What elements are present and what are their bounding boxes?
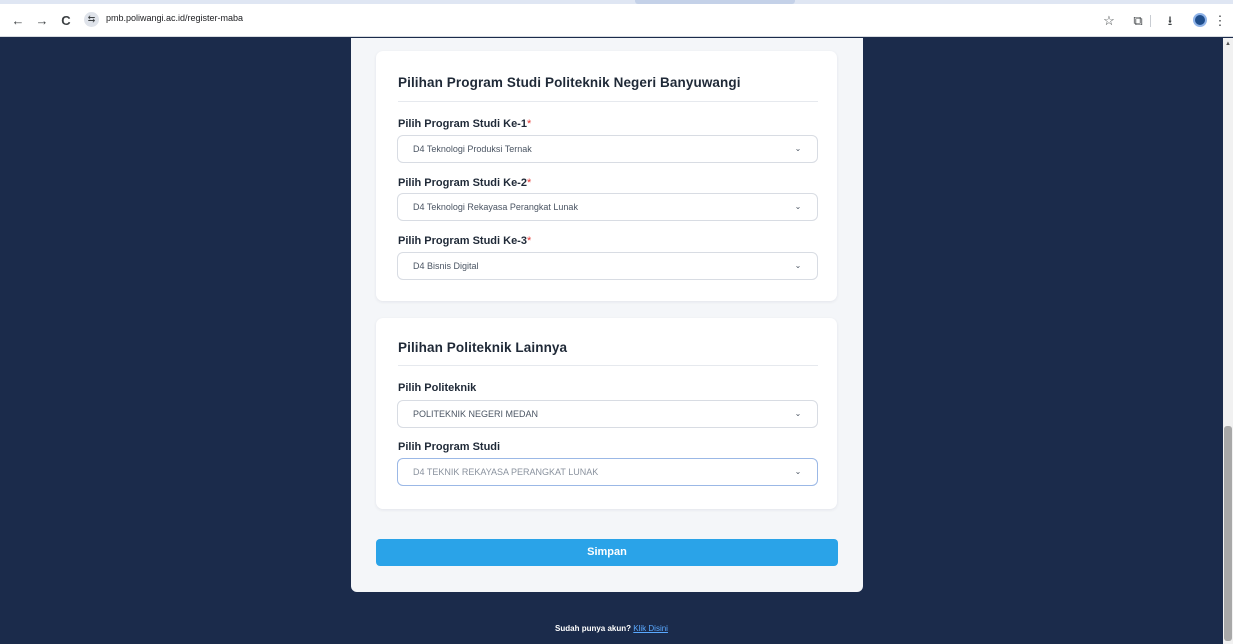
registration-form-card: Pilihan Program Studi Politeknik Negeri … [351,38,863,592]
save-button[interactable]: Simpan [376,539,838,566]
chevron-down-icon: ⌄ [794,409,802,418]
program-2-value: D4 Teknologi Rekayasa Perangkat Lunak [413,202,578,212]
url-text[interactable]: pmb.poliwangi.ac.id/register-maba [106,13,243,23]
program-1-select[interactable]: D4 Teknologi Produksi Ternak ⌄ [397,135,818,163]
toolbar-divider [1150,15,1151,27]
forward-arrow-icon[interactable]: → [34,13,50,29]
bookmark-star-icon[interactable]: ☆ [1101,13,1117,29]
tab-strip [0,0,1233,4]
program-2-select[interactable]: D4 Teknologi Rekayasa Perangkat Lunak ⌄ [397,193,818,221]
address-bar[interactable]: ⇆ pmb.poliwangi.ac.id/register-maba [80,9,1090,31]
required-asterisk: * [526,235,532,247]
required-asterisk: * [526,118,532,130]
back-arrow-icon[interactable]: ← [10,13,26,29]
scroll-thumb[interactable] [1224,426,1232,641]
program-1-label: Pilih Program Studi Ke-1* [398,118,532,130]
polytechnic-select[interactable]: POLITEKNIK NEGERI MEDAN ⌄ [397,400,818,428]
chevron-down-icon: ⌄ [794,202,802,211]
polytechnic-label: Pilih Politeknik [398,382,477,394]
reload-icon[interactable]: C [58,13,74,29]
login-link[interactable]: Klik Disini [633,624,668,633]
chevron-down-icon: ⌄ [794,144,802,153]
program-1-value: D4 Teknologi Produksi Ternak [413,144,532,154]
program-3-label: Pilih Program Studi Ke-3* [398,235,532,247]
extensions-icon[interactable]: ⧉ [1130,13,1146,29]
login-prompt-text: Sudah punya akun? [555,624,632,633]
other-program-select[interactable]: D4 TEKNIK REKAYASA PERANGKAT LUNAK ⌄ [397,458,818,486]
site-info-icon[interactable]: ⇆ [84,12,99,27]
section-title-programs: Pilihan Program Studi Politeknik Negeri … [398,75,741,90]
menu-dots-icon[interactable]: ⋮ [1212,13,1228,29]
program-3-value: D4 Bisnis Digital [413,261,479,271]
browser-toolbar: ← → C ⇆ pmb.poliwangi.ac.id/register-mab… [0,0,1233,37]
scroll-up-arrow-icon[interactable]: ▲ [1224,40,1232,48]
required-asterisk: * [526,177,532,189]
program-3-select[interactable]: D4 Bisnis Digital ⌄ [397,252,818,280]
chevron-down-icon: ⌄ [794,467,802,476]
section-title-other: Pilihan Politeknik Lainnya [398,340,568,355]
profile-avatar[interactable] [1193,13,1207,27]
section-divider [398,365,818,366]
other-polytechnic-section: Pilihan Politeknik Lainnya Pilih Politek… [376,318,837,509]
program-2-label: Pilih Program Studi Ke-2* [398,177,532,189]
download-icon[interactable]: ⭳ [1162,13,1178,29]
polytechnic-value: POLITEKNIK NEGERI MEDAN [413,409,539,419]
login-prompt: Sudah punya akun? Klik Disini [0,624,1223,633]
section-divider [398,101,818,102]
page-scrollbar[interactable]: ▲ [1223,38,1233,644]
other-program-value: D4 TEKNIK REKAYASA PERANGKAT LUNAK [413,467,599,477]
active-tab-indicator[interactable] [635,0,795,4]
chevron-down-icon: ⌄ [794,261,802,270]
program-choice-section: Pilihan Program Studi Politeknik Negeri … [376,51,837,301]
other-program-label: Pilih Program Studi [398,441,501,453]
